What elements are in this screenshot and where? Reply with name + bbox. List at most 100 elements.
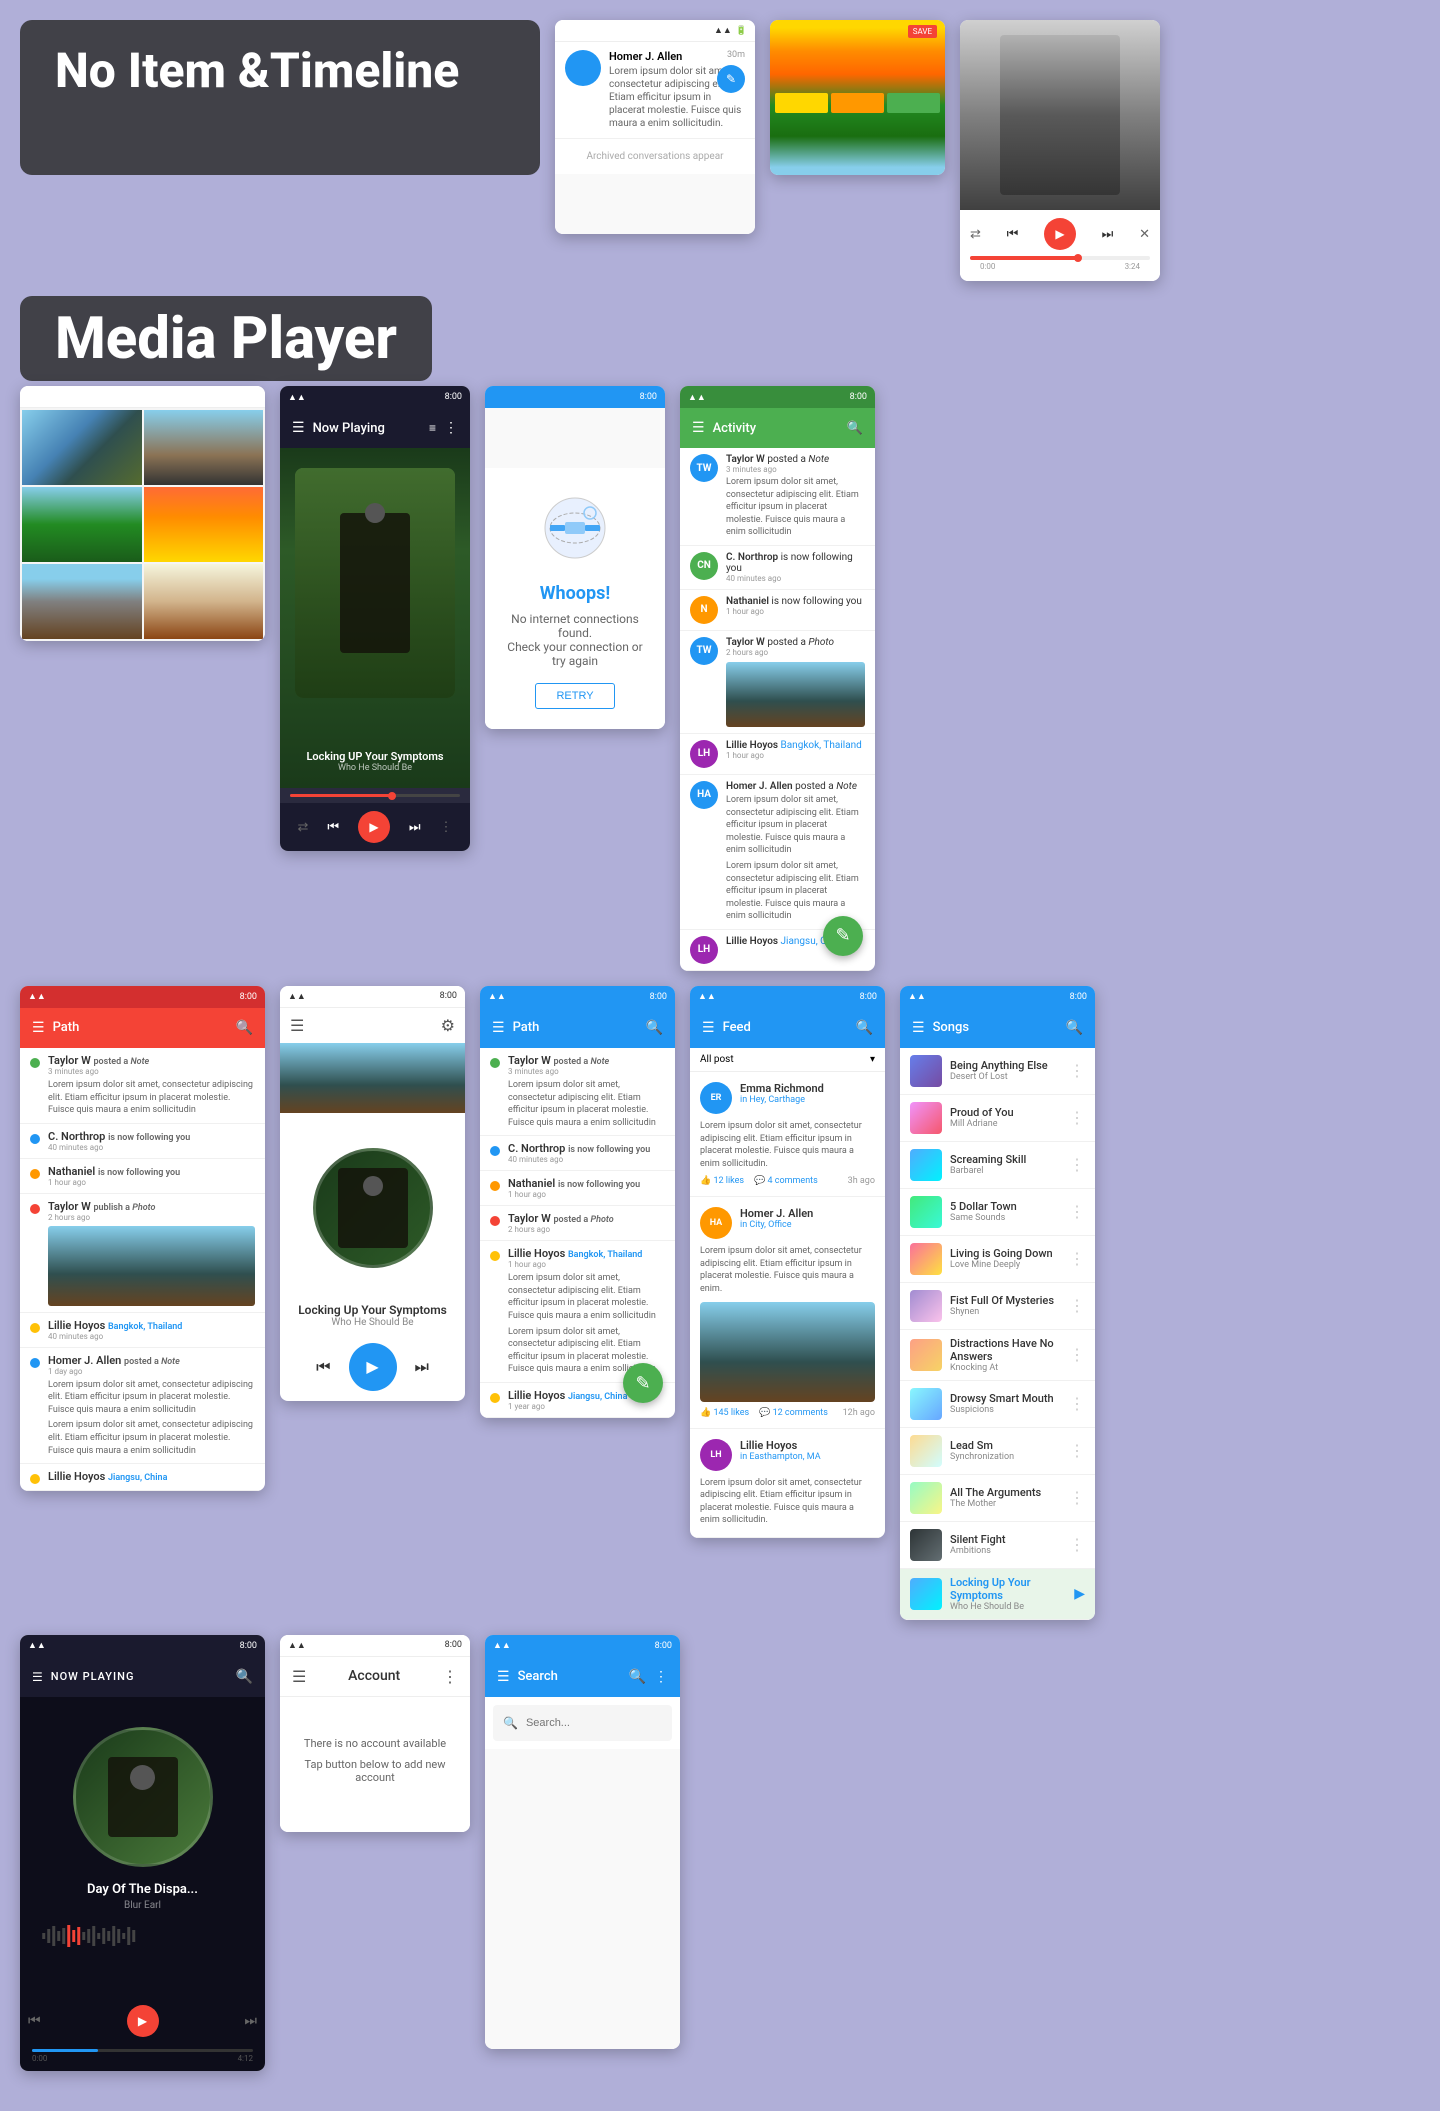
song-title-2: Proud of You	[950, 1106, 1061, 1119]
feed-likes-2[interactable]: 👍 145 likes	[700, 1408, 749, 1418]
song-item-11[interactable]: Silent Fight Ambitions ⋮	[900, 1522, 1095, 1569]
song-menu-6[interactable]: ⋮	[1069, 1296, 1085, 1315]
close-icon[interactable]: ✕	[1139, 227, 1150, 242]
song-menu-11[interactable]: ⋮	[1069, 1535, 1085, 1554]
path-fab[interactable]: ✎	[623, 1363, 663, 1403]
circ-prev-icon[interactable]: ⏮	[316, 1357, 330, 1377]
song-menu-7[interactable]: ⋮	[1069, 1345, 1085, 1364]
photo-street[interactable]	[22, 564, 142, 639]
circ-time: 8:00	[440, 991, 457, 1001]
song-menu-4[interactable]: ⋮	[1069, 1202, 1085, 1221]
song-item-3[interactable]: Screaming Skill Barbarel ⋮	[900, 1142, 1095, 1189]
play-button[interactable]: ▶	[1044, 218, 1076, 250]
song-artist-11: Ambitions	[950, 1546, 1061, 1556]
circ-settings-icon[interactable]: ⚙	[441, 1016, 455, 1035]
np-play-button[interactable]: ▶	[358, 811, 390, 843]
feed-comments-2[interactable]: 💬 12 comments	[759, 1408, 828, 1418]
search-menu-icon[interactable]: ☰	[497, 1669, 510, 1685]
song-play-active[interactable]: ▶	[1074, 1586, 1085, 1602]
feed-comments-1[interactable]: 💬 4 comments	[754, 1176, 818, 1186]
np-list-icon[interactable]: ≡	[429, 421, 436, 435]
feed-search-icon[interactable]: 🔍	[856, 1020, 873, 1036]
search-input[interactable]	[526, 1717, 668, 1729]
account-more-icon[interactable]: ⋮	[442, 1667, 458, 1686]
feed-text-1: Lorem ipsum dolor sit amet, consectetur …	[700, 1120, 875, 1170]
prev-icon[interactable]: ⏮	[1007, 227, 1019, 242]
song-info-11: Silent Fight Ambitions	[950, 1533, 1061, 1556]
search-search-icon[interactable]: 🔍	[629, 1669, 646, 1685]
np-prev-icon[interactable]: ⏮	[327, 820, 339, 835]
photo-sunset[interactable]	[144, 487, 264, 562]
song-menu-3[interactable]: ⋮	[1069, 1155, 1085, 1174]
song-item-10[interactable]: All The Arguments The Mother ⋮	[900, 1475, 1095, 1522]
dark-np-search-icon[interactable]: 🔍	[236, 1669, 253, 1685]
dark-play-button[interactable]: ▶	[127, 2005, 159, 2037]
song-thumb-8	[910, 1388, 942, 1420]
photo-person[interactable]	[144, 410, 264, 485]
song-item-4[interactable]: 5 Dollar Town Same Sounds ⋮	[900, 1189, 1095, 1236]
path-blue-item-4: Taylor W posted a Photo 2 hours ago	[480, 1206, 675, 1241]
song-menu-8[interactable]: ⋮	[1069, 1394, 1085, 1413]
path-dot-1	[30, 1058, 40, 1068]
np-menu-icon[interactable]: ☰	[292, 420, 305, 436]
feed-likes-1[interactable]: 👍 12 likes	[700, 1176, 744, 1186]
song-item-2[interactable]: Proud of You Mill Adriane ⋮	[900, 1095, 1095, 1142]
photo-forest[interactable]	[22, 487, 142, 562]
np-track-title: Locking UP Your Symptoms	[306, 750, 443, 763]
activity-menu-icon[interactable]: ☰	[692, 420, 705, 436]
song-menu-2[interactable]: ⋮	[1069, 1108, 1085, 1127]
song-item-6[interactable]: Fist Full Of Mysteries Shynen ⋮	[900, 1283, 1095, 1330]
chat-user-name: Homer J. Allen	[609, 50, 682, 63]
circ-status-bar: ▲▲ 8:00	[280, 986, 465, 1008]
song-menu-9[interactable]: ⋮	[1069, 1441, 1085, 1460]
dark-next-icon[interactable]: ⏭	[244, 2013, 257, 2029]
path-blue-search-icon[interactable]: 🔍	[646, 1020, 663, 1036]
path-blue-menu-icon[interactable]: ☰	[492, 1020, 505, 1036]
song-item-12[interactable]: Locking Up Your Symptoms Who He Should B…	[900, 1569, 1095, 1620]
media-player-banner: Media Player	[20, 296, 432, 381]
np-shuffle-icon[interactable]: ⇄	[297, 820, 308, 835]
songs-search-icon[interactable]: 🔍	[1066, 1020, 1083, 1036]
search-status-bar: ▲▲ 8:00	[485, 1635, 680, 1657]
song-menu-1[interactable]: ⋮	[1069, 1061, 1085, 1080]
fab-edit[interactable]: ✎	[823, 916, 863, 956]
search-bar[interactable]: 🔍	[493, 1705, 672, 1741]
song-menu-5[interactable]: ⋮	[1069, 1249, 1085, 1268]
circ-menu-icon[interactable]: ☰	[290, 1016, 304, 1035]
account-phone: ▲▲ 8:00 ☰ Account ⋮ There is no account …	[280, 1635, 470, 1832]
row-1: No Item &Timeline ▲▲ 🔋 Homer J. Allen 30…	[20, 20, 1420, 281]
feed-menu-icon[interactable]: ☰	[702, 1020, 715, 1036]
avatar-lillie2: LH	[690, 936, 718, 964]
song-item-7[interactable]: Distractions Have No Answers Knocking At…	[900, 1330, 1095, 1381]
chat-edit-button[interactable]: ✎	[717, 65, 745, 93]
path-red-menu-icon[interactable]: ☰	[32, 1020, 45, 1036]
songs-menu-icon[interactable]: ☰	[912, 1020, 925, 1036]
song-menu-10[interactable]: ⋮	[1069, 1488, 1085, 1507]
next-icon[interactable]: ⏭	[1102, 227, 1114, 242]
time-display: 0:00 3:24	[970, 260, 1150, 273]
activity-toolbar: ☰ Activity 🔍	[680, 408, 875, 448]
search-more-icon[interactable]: ⋮	[654, 1669, 668, 1685]
song-item-9[interactable]: Lead Sm Synchronization ⋮	[900, 1428, 1095, 1475]
np-more-icon[interactable]: ⋮	[444, 420, 458, 436]
np-next-icon[interactable]: ⏭	[409, 820, 421, 835]
circ-play-button[interactable]: ▶	[349, 1343, 397, 1391]
account-menu-icon[interactable]: ☰	[292, 1667, 306, 1686]
dark-prev-icon[interactable]: ⏮	[28, 2013, 41, 2029]
photo-interior[interactable]	[144, 564, 264, 639]
path-red-search-icon[interactable]: 🔍	[236, 1020, 253, 1036]
feed-user-row-1: ER Emma Richmond in Hey, Carthage	[700, 1082, 875, 1114]
dark-np-menu-icon[interactable]: ☰	[32, 1670, 43, 1684]
np-more2-icon[interactable]: ⋮	[440, 820, 453, 835]
song-item-8[interactable]: Drowsy Smart Mouth Suspicions ⋮	[900, 1381, 1095, 1428]
retry-button[interactable]: RETRY	[535, 683, 614, 709]
shuffle-icon[interactable]: ⇄	[970, 227, 981, 242]
activity-search-icon[interactable]: 🔍	[847, 421, 863, 436]
activity-content-2: C. Northrop is now following you 40 minu…	[726, 552, 865, 583]
circ-next-icon[interactable]: ⏭	[415, 1357, 429, 1377]
song-item-5[interactable]: Living is Going Down Love Mine Deeply ⋮	[900, 1236, 1095, 1283]
dark-time-end: 4:12	[238, 2054, 253, 2063]
photo-mountains[interactable]	[22, 410, 142, 485]
feed-filter[interactable]: All post ▾	[690, 1048, 885, 1072]
song-item-1[interactable]: Being Anything Else Desert Of Lost ⋮	[900, 1048, 1095, 1095]
